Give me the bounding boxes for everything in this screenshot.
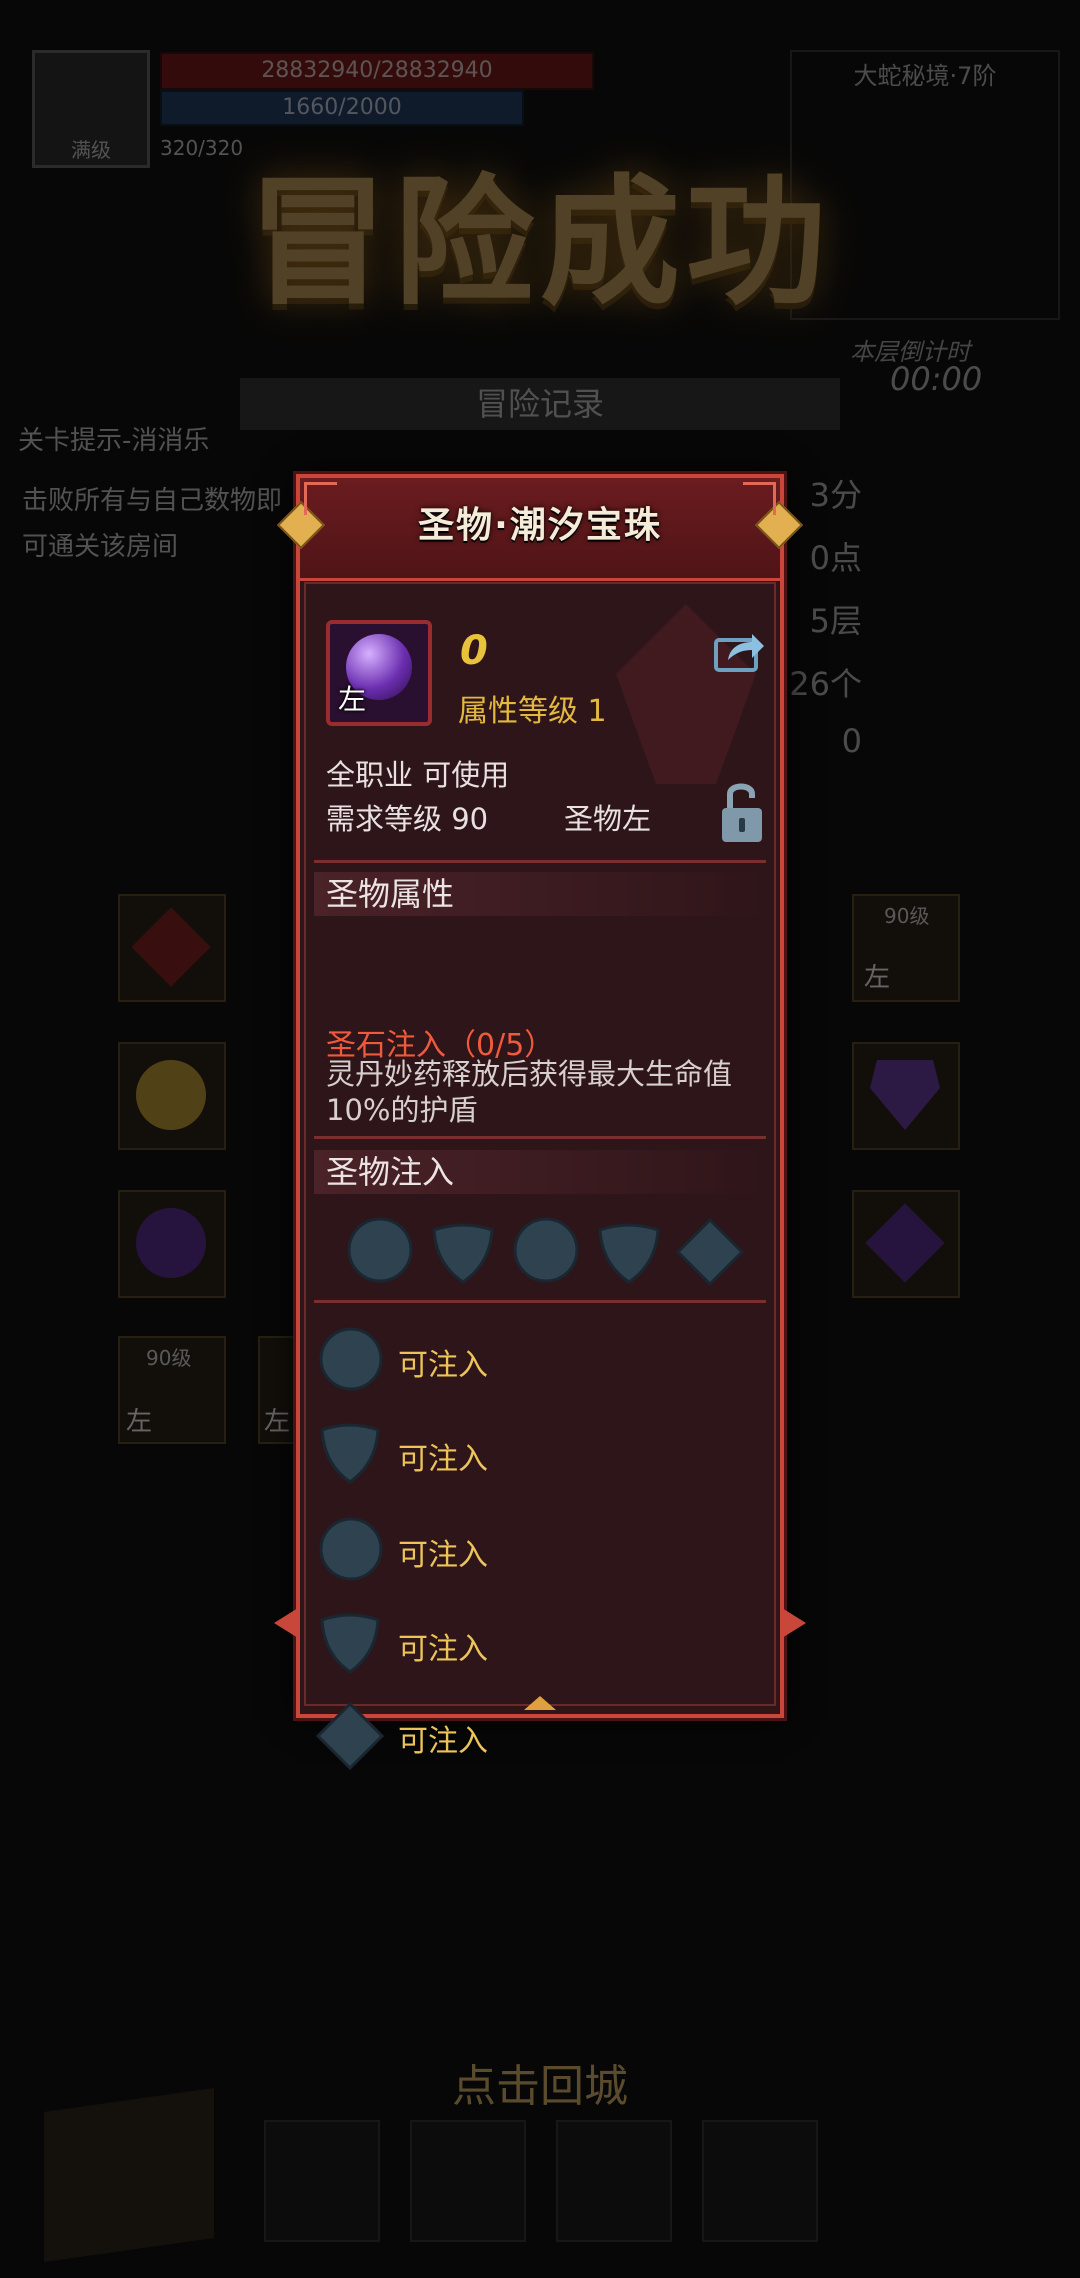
socket-shield-icon[interactable]	[430, 1222, 496, 1284]
relic-slot[interactable]: 90级 左	[852, 894, 960, 1002]
inject-row-label: 可注入	[398, 1538, 488, 1573]
slot-level-tag: 90级	[884, 904, 930, 928]
bottom-slot	[702, 2120, 818, 2242]
socket-circle-icon	[319, 1327, 383, 1391]
banner-title: 冒险成功	[247, 162, 832, 325]
socket-circle-icon[interactable]	[346, 1216, 414, 1284]
hint-body: 击败所有与自己数物即可通关该房间	[22, 486, 283, 562]
mp-bar: 1660/2000	[160, 90, 524, 126]
stat-points: 0点	[809, 539, 862, 577]
stat-score: 3分	[809, 476, 862, 514]
divider	[314, 1136, 766, 1139]
bottom-slot	[410, 2120, 526, 2242]
relic-slot[interactable]	[852, 1190, 960, 1298]
attributes-section-title: 圣物属性	[314, 872, 770, 916]
slot-level-tag: 90级	[146, 1346, 192, 1370]
slot-side-tag: 左	[126, 1407, 153, 1437]
stat-count: 26个	[789, 665, 862, 703]
stat-misc: 0	[841, 722, 862, 760]
inject-row-label: 可注入	[398, 1348, 488, 1383]
bottom-slot	[264, 2120, 380, 2242]
slot-side-tag: 左	[264, 1407, 291, 1437]
unlocked-padlock-icon[interactable]	[720, 780, 764, 844]
inject-row[interactable]: 可注入	[314, 1702, 754, 1772]
enhance-level: 0	[460, 628, 488, 674]
inject-row[interactable]: 可注入	[314, 1420, 754, 1490]
socket-circle-icon	[319, 1517, 383, 1581]
inject-row[interactable]: 可注入	[314, 1610, 754, 1680]
share-icon[interactable]	[714, 628, 766, 674]
slot-side-tag: 左	[864, 963, 891, 993]
panel-header: 圣物·潮汐宝珠	[276, 478, 804, 581]
inject-row-label: 可注入	[398, 1632, 488, 1667]
bottom-slot	[556, 2120, 672, 2242]
relic-detail-panel: 圣物·潮汐宝珠 左 0 属性等级 1 全职业 可使用 需求等级 90 圣物左 圣…	[274, 474, 806, 1770]
class-usable: 全职业 可使用	[326, 758, 510, 792]
property-desc: 灵丹妙药释放后获得最大生命值10%的护盾	[326, 1057, 733, 1127]
attribute-level: 属性等级 1	[458, 694, 607, 729]
relic-slot[interactable]	[118, 1190, 226, 1298]
chest-icon	[44, 2088, 214, 2262]
timer-value: 00:00	[890, 360, 983, 398]
slot-name: 圣物左	[564, 802, 652, 836]
inject-row-label: 可注入	[398, 1442, 488, 1477]
relic-item-icon[interactable]: 左	[326, 620, 432, 726]
records-header: 冒险记录	[240, 378, 840, 430]
bottom-arrow-ornament	[524, 1696, 556, 1710]
divider	[314, 1300, 766, 1303]
relic-slot[interactable]	[852, 1042, 960, 1150]
inject-section-title: 圣物注入	[314, 1150, 770, 1194]
inject-row[interactable]: 可注入	[314, 1326, 754, 1396]
socket-shield-icon[interactable]	[596, 1222, 662, 1284]
inject-row[interactable]: 可注入	[314, 1516, 754, 1586]
panel-title: 圣物·潮汐宝珠	[418, 505, 662, 546]
watermark-emblem-icon	[616, 604, 756, 784]
inject-row-label: 可注入	[398, 1724, 488, 1759]
hint-title: 关卡提示-消消乐	[18, 426, 210, 456]
relic-slot[interactable]: 90级 左	[118, 1336, 226, 1444]
socket-shield-icon	[320, 1613, 380, 1674]
socket-shield-icon	[320, 1423, 380, 1484]
relic-slot[interactable]	[118, 894, 226, 1002]
required-level: 需求等级 90	[326, 802, 489, 836]
hp-bar: 28832940/28832940	[160, 52, 594, 90]
socket-diamond-icon[interactable]	[676, 1218, 744, 1286]
item-side-tag: 左	[338, 683, 367, 716]
relic-slot[interactable]	[118, 1042, 226, 1150]
socket-circle-icon[interactable]	[512, 1216, 580, 1284]
divider	[314, 860, 766, 863]
stat-floors: 5层	[809, 602, 862, 640]
panel-body: 左 0 属性等级 1 全职业 可使用 需求等级 90 圣物左 圣物属性 圣石注入…	[304, 582, 776, 1770]
socket-diamond-icon	[316, 1702, 384, 1770]
dungeon-name: 大蛇秘境·7阶	[853, 62, 997, 90]
